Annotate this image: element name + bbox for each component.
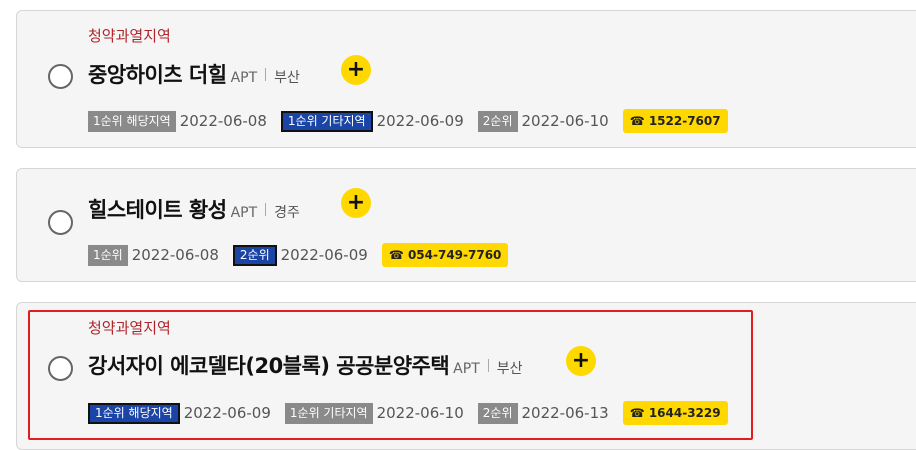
schedule-badge: 2순위 bbox=[477, 110, 518, 132]
listing-title[interactable]: 중앙하이츠 더힐 bbox=[88, 59, 227, 89]
divider bbox=[265, 202, 267, 216]
housing-type: APT bbox=[230, 205, 258, 221]
add-plus-button[interactable]: + bbox=[341, 188, 371, 218]
divider bbox=[265, 67, 267, 81]
schedule-date: 2022-06-10 bbox=[521, 112, 609, 130]
phone-button[interactable]: ☎ 1522-7607 bbox=[622, 109, 728, 133]
select-radio[interactable] bbox=[48, 64, 73, 89]
select-radio[interactable] bbox=[48, 210, 73, 235]
region-tag: 청약과열지역 bbox=[88, 27, 171, 45]
schedule-badge: 1순위 해당지역 bbox=[88, 110, 176, 132]
listing-title[interactable]: 힐스테이트 황성 bbox=[88, 194, 227, 224]
housing-type: APT bbox=[230, 70, 258, 86]
location: 부산 bbox=[274, 70, 300, 86]
schedule-date: 2022-06-09 bbox=[376, 112, 464, 130]
add-plus-button[interactable]: + bbox=[341, 55, 371, 85]
schedule-badge-active: 1순위 기타지역 bbox=[280, 110, 373, 132]
listing-card-2[interactable]: 힐스테이트 황성 APT 경주 + 1순위 2022-06-08 2순위 202… bbox=[16, 168, 916, 282]
schedule-date: 2022-06-08 bbox=[131, 246, 219, 264]
location: 경주 bbox=[274, 205, 300, 221]
phone-button[interactable]: ☎ 054-749-7760 bbox=[381, 243, 509, 267]
listing-card-1[interactable]: 청약과열지역 중앙하이츠 더힐 APT 부산 + 1순위 해당지역 2022-0… bbox=[16, 10, 916, 148]
schedule-badge: 1순위 bbox=[88, 244, 128, 266]
schedule-badge-active: 2순위 bbox=[232, 244, 277, 266]
schedule-date: 2022-06-09 bbox=[280, 246, 368, 264]
selection-highlight-box bbox=[28, 310, 753, 440]
schedule-date: 2022-06-08 bbox=[179, 112, 267, 130]
